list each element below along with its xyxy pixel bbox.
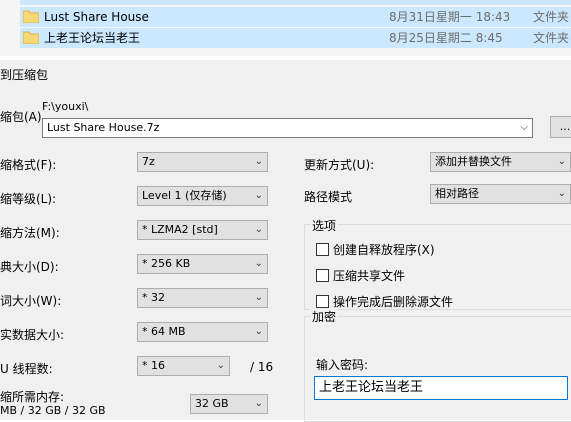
checkbox-box[interactable] — [316, 295, 329, 308]
file-date: 8月25日星期二 8:45 — [389, 31, 503, 45]
checkbox-box[interactable] — [316, 269, 329, 282]
chevron-down-icon: ⌄ — [254, 398, 263, 409]
chevron-down-icon: ⌄ — [254, 190, 263, 201]
pathmode-select[interactable]: 相对路径 ⌄ — [430, 184, 571, 204]
chevron-down-icon: ⌄ — [254, 224, 263, 235]
compress-dialog: 到压缩包 缩包(A) F:\youxi\ Lust Share House.7z… — [0, 60, 571, 422]
file-row[interactable]: 上老王论坛当老王 8月25日星期二 8:45 文件夹 — [20, 28, 571, 48]
memory-select[interactable]: 32 GB ⌄ — [190, 394, 268, 414]
file-row-partial[interactable] — [20, 0, 571, 5]
format-select[interactable]: 7z ⌄ — [137, 152, 268, 172]
method-select[interactable]: * LZMA2 [std] ⌄ — [137, 220, 268, 240]
solid-label: 实数据大小: — [0, 328, 65, 342]
method-label: 缩方法(M): — [0, 226, 60, 240]
file-name: 上老王论坛当老王 — [44, 31, 141, 45]
word-select[interactable]: * 32 ⌄ — [137, 288, 268, 308]
chevron-down-icon: ⌄ — [216, 360, 225, 371]
dialog-title: 到压缩包 — [0, 68, 49, 82]
threads-select[interactable]: * 16 ⌄ — [137, 356, 230, 376]
chevron-down-icon: ⌄ — [557, 156, 566, 167]
checkbox-box[interactable] — [316, 243, 329, 256]
file-type: 文件夹 — [533, 31, 570, 45]
sfx-checkbox[interactable]: 创建自释放程序(X) — [316, 241, 435, 258]
dict-select[interactable]: * 256 KB ⌄ — [137, 254, 268, 274]
encryption-title: 加密 — [310, 308, 339, 325]
threads-label: U 线程数: — [0, 362, 53, 376]
archive-name-input[interactable]: Lust Share House.7z ⌵ — [42, 118, 533, 138]
chevron-down-icon: ⌄ — [254, 326, 263, 337]
chevron-down-icon[interactable]: ⌵ — [520, 119, 528, 137]
memory-info: MB / 32 GB / 32 GB — [0, 404, 106, 417]
level-select[interactable]: Level 1 (仅存储) ⌄ — [137, 186, 268, 206]
level-label: 缩等级(L): — [0, 192, 57, 206]
word-label: 词大小(W): — [0, 294, 62, 308]
chevron-down-icon: ⌄ — [254, 258, 263, 269]
shared-files-checkbox[interactable]: 压缩共享文件 — [316, 267, 405, 284]
chevron-down-icon: ⌄ — [557, 188, 566, 199]
chevron-down-icon: ⌄ — [254, 156, 263, 167]
solid-select[interactable]: * 64 MB ⌄ — [137, 322, 268, 342]
format-label: 缩格式(F): — [0, 158, 57, 172]
update-label: 更新方式(U): — [304, 158, 375, 172]
options-title: 选项 — [310, 217, 339, 234]
file-date: 8月31日星期一 18:43 — [389, 10, 511, 24]
folder-icon — [23, 31, 39, 44]
chevron-down-icon: ⌄ — [254, 292, 263, 303]
password-label: 输入密码: — [316, 358, 369, 372]
archive-path: F:\youxi\ — [42, 100, 89, 113]
file-name: Lust Share House — [44, 10, 149, 24]
browse-button[interactable]: ... — [550, 116, 571, 138]
dict-label: 典大小(D): — [0, 260, 59, 274]
archive-label: 缩包(A) — [0, 110, 42, 124]
folder-icon — [23, 10, 39, 23]
file-list: Lust Share House 8月31日星期一 18:43 文件夹 上老王论… — [0, 0, 571, 56]
update-select[interactable]: 添加并替换文件 ⌄ — [430, 152, 571, 172]
password-input[interactable]: 上老王论坛当老王 — [314, 376, 568, 400]
memory-label: 缩所需内存: — [0, 390, 65, 404]
file-type: 文件夹 — [533, 10, 570, 24]
threads-max: / 16 — [250, 360, 274, 374]
file-row[interactable]: Lust Share House 8月31日星期一 18:43 文件夹 — [20, 7, 571, 27]
pathmode-label: 路径模式 — [304, 190, 353, 204]
